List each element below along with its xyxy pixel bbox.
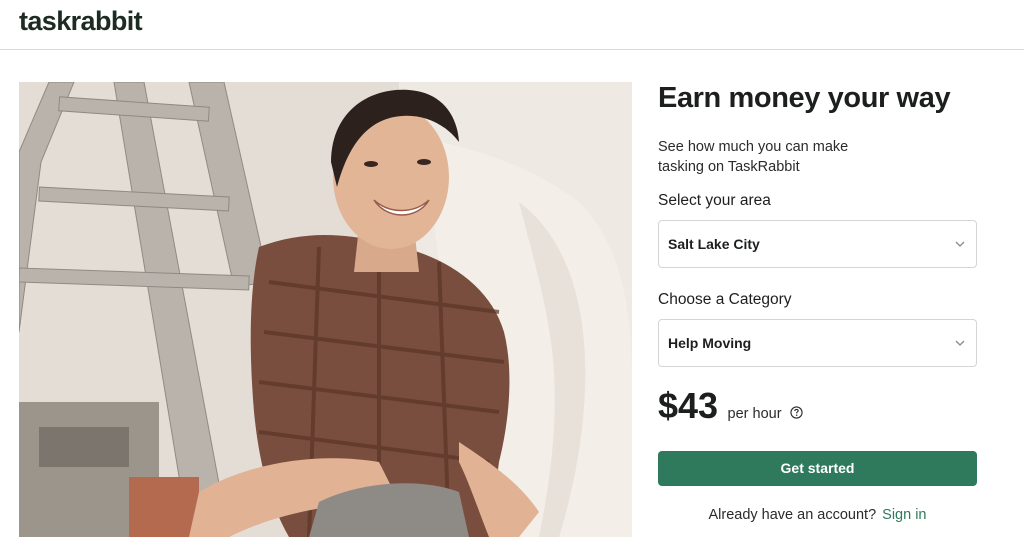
category-select[interactable]: Help Moving (658, 319, 977, 367)
hourly-rate: $43 per hour (658, 385, 803, 427)
top-bar: taskrabbit (0, 0, 1024, 50)
area-select[interactable]: Salt Lake City (658, 220, 977, 268)
area-select-value: Salt Lake City (668, 236, 760, 252)
chevron-down-icon (955, 241, 965, 247)
hero-photo-illustration (19, 82, 632, 537)
get-started-button[interactable]: Get started (658, 451, 977, 486)
area-label: Select your area (658, 192, 771, 209)
signin-link[interactable]: Sign in (882, 507, 926, 523)
taskrabbit-logo[interactable]: taskrabbit (19, 6, 143, 37)
hourly-rate-unit: per hour (727, 406, 782, 422)
page-subtitle: See how much you can make tasking on Tas… (658, 139, 849, 175)
signin-prompt: Already have an account? (708, 507, 877, 523)
category-select-value: Help Moving (668, 335, 752, 351)
help-circle-icon[interactable] (790, 406, 803, 419)
signin-row: Already have an account? Sign in (658, 507, 977, 523)
hourly-rate-amount: $43 (658, 385, 719, 426)
chevron-down-icon (955, 340, 965, 346)
page-title: Earn money your way (658, 82, 951, 114)
hero-image (19, 82, 632, 537)
category-label: Choose a Category (658, 291, 792, 308)
